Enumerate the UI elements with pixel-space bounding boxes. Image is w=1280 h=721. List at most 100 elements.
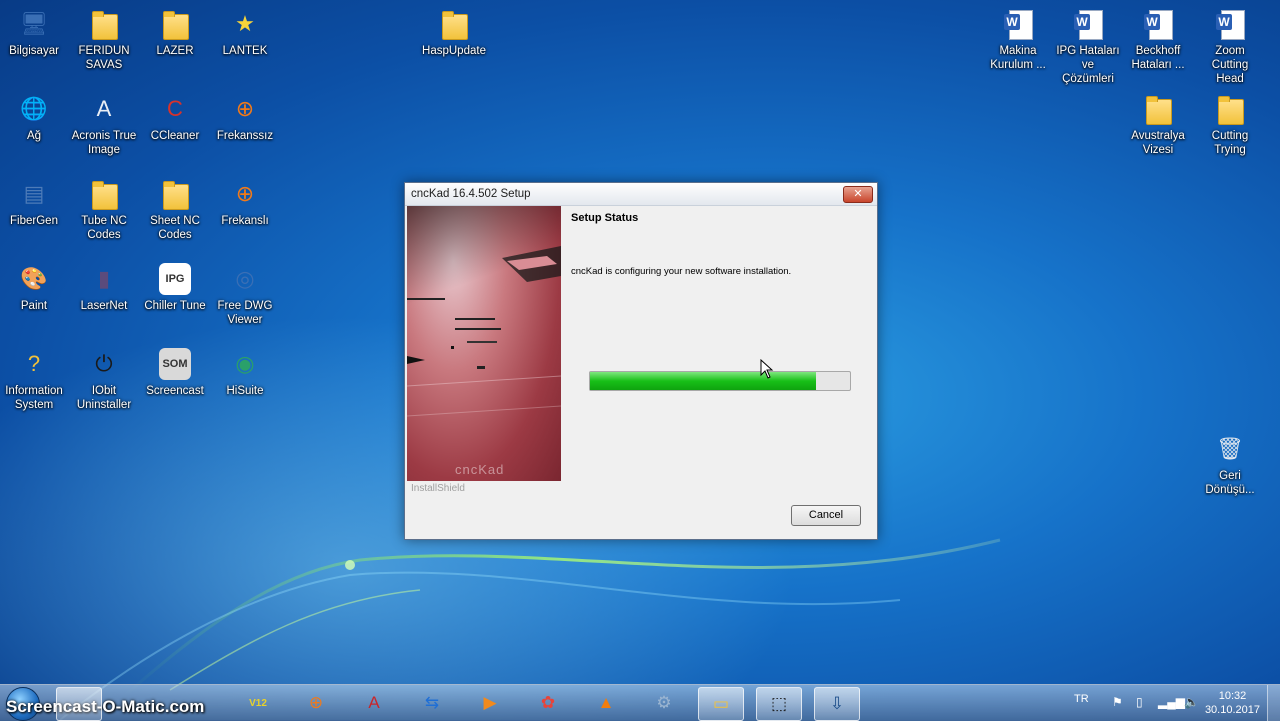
flag-icon[interactable]: ⚑ bbox=[1112, 695, 1123, 709]
language-indicator[interactable]: TR bbox=[1074, 693, 1089, 705]
desktop-icon-frekanslı[interactable]: ⊕ Frekanslı bbox=[212, 178, 278, 228]
desktop-icon-label: Acronis True Image bbox=[71, 130, 137, 156]
desktop-icon-label: HiSuite bbox=[226, 385, 264, 397]
settings-gear-icon[interactable]: ⚙ bbox=[642, 687, 686, 719]
desktop-icon-hisuite[interactable]: ◉ HiSuite bbox=[212, 348, 278, 398]
network-icon: 🌐 bbox=[20, 96, 48, 121]
screencast-watermark: Screencast-O-Matic.com bbox=[6, 697, 205, 716]
show-desktop-button[interactable] bbox=[1267, 685, 1280, 721]
desktop-icon-fibergen[interactable]: ▤ FiberGen bbox=[1, 178, 67, 228]
desktop-icon-beckhoff-hataları[interactable]: Beckhoff Hataları ... bbox=[1125, 8, 1191, 72]
snipping-icon[interactable]: ⬚ bbox=[756, 687, 802, 721]
desktop-icon-ağ[interactable]: 🌐 Ağ bbox=[1, 93, 67, 143]
desktop-icon-lazer[interactable]: LAZER bbox=[142, 8, 208, 58]
clock[interactable]: 10:32 30.10.2017 bbox=[1205, 689, 1260, 717]
lantek-v12-icon[interactable]: V12 bbox=[236, 687, 280, 719]
help-icon: ? bbox=[27, 351, 41, 376]
desktop-icon-paint[interactable]: 🎨 Paint bbox=[1, 263, 67, 313]
desktop-icon-label: FERIDUN SAVAS bbox=[78, 45, 130, 71]
acrobat-icon[interactable]: A bbox=[352, 687, 396, 719]
dwg-viewer-icon: ◎ bbox=[235, 266, 255, 291]
screencast-icon: SOM bbox=[159, 348, 191, 380]
desktop-icon-frekanssız[interactable]: ⊕ Frekanssız bbox=[212, 93, 278, 143]
desktop-icon-label: Screencast bbox=[146, 385, 204, 397]
clock-date: 30.10.2017 bbox=[1204, 704, 1260, 716]
frekans-icon: ⊕ bbox=[235, 96, 255, 121]
desktop-icon-avustralya-vizesi[interactable]: Avustralya Vizesi bbox=[1125, 93, 1191, 157]
desktop-icon-sheet-nc-codes[interactable]: Sheet NC Codes bbox=[142, 178, 208, 242]
installer-side-image: cncKad bbox=[407, 206, 561, 481]
desktop-icon-acronis-true-image[interactable]: A Acronis True Image bbox=[71, 93, 137, 157]
signal-icon[interactable]: ▂▄▆ bbox=[1158, 695, 1185, 709]
desktop-icon-label: Tube NC Codes bbox=[81, 215, 127, 241]
desktop-icon-label: Information System bbox=[5, 385, 63, 411]
desktop-icon-label: Makina Kurulum ... bbox=[990, 45, 1046, 71]
media-player-icon[interactable]: ▶ bbox=[468, 687, 512, 719]
desktop-icon-bilgisayar[interactable]: 🖥 Bilgisayar bbox=[1, 8, 67, 58]
folder-icon bbox=[88, 178, 120, 210]
desktop-icon-haspupdate[interactable]: HaspUpdate bbox=[421, 8, 487, 58]
frekans-icon: ⊕ bbox=[235, 181, 255, 206]
cancel-button[interactable]: Cancel bbox=[791, 505, 861, 526]
frekans-taskbar-icon[interactable]: ⊕ bbox=[294, 687, 338, 719]
desktop-icon-iobit-uninstaller[interactable]: ⏻ IObit Uninstaller bbox=[71, 348, 137, 412]
dialog-titlebar[interactable]: cncKad 16.4.502 Setup ✕ bbox=[405, 183, 877, 206]
vlc-icon[interactable]: ▲ bbox=[584, 687, 628, 719]
desktop-icon-label: Chiller Tune bbox=[144, 300, 206, 312]
desktop-icon-label: IObit Uninstaller bbox=[76, 385, 132, 411]
desktop-icon-label: Avustralya Vizesi bbox=[1131, 130, 1185, 156]
star-icon: ★ bbox=[235, 11, 255, 36]
desktop-icon-label: Cutting Trying bbox=[1211, 130, 1249, 156]
desktop-icon-cutting-trying[interactable]: Cutting Trying bbox=[1197, 93, 1263, 157]
desktop-icon-lantek[interactable]: ★ LANTEK bbox=[212, 8, 278, 58]
lasernet-icon: ▮ bbox=[97, 266, 111, 291]
computer-icon: 🖥 bbox=[20, 11, 48, 36]
desktop-icon-label: CCleaner bbox=[150, 130, 200, 142]
side-image-watermark: cncKad bbox=[455, 462, 505, 477]
desktop-icon-information-system[interactable]: ? Information System bbox=[1, 348, 67, 412]
acronis-icon: A bbox=[96, 96, 112, 121]
folder-icon bbox=[159, 8, 191, 40]
desktop-icon-label: Frekanssız bbox=[216, 130, 274, 142]
folder-icon bbox=[1142, 93, 1174, 125]
screenshot-tool-icon[interactable]: ✿ bbox=[526, 687, 570, 719]
folder-icon bbox=[1214, 93, 1246, 125]
volume-icon[interactable]: 🔈 bbox=[1184, 695, 1199, 709]
desktop-icon-label: Frekanslı bbox=[221, 215, 269, 227]
word-doc-icon bbox=[1002, 8, 1034, 40]
desktop-icon-chiller-tune[interactable]: IPG Chiller Tune bbox=[142, 263, 208, 313]
folder-icon bbox=[159, 178, 191, 210]
folder-icon bbox=[438, 8, 470, 40]
close-button[interactable]: ✕ bbox=[843, 186, 873, 203]
progress-bar bbox=[589, 371, 851, 391]
desktop-icon-label: FiberGen bbox=[10, 215, 58, 227]
desktop-icon-lasernet[interactable]: ▮ LaserNet bbox=[71, 263, 137, 313]
desktop-icon-tube-nc-codes[interactable]: Tube NC Codes bbox=[71, 178, 137, 242]
dialog-title: cncKad 16.4.502 Setup bbox=[411, 188, 531, 200]
desktop-icon-feridun-savas[interactable]: FERIDUN SAVAS bbox=[71, 8, 137, 72]
paint-icon: 🎨 bbox=[20, 266, 48, 291]
desktop-icon-zoom-cutting-head[interactable]: Zoom Cutting Head bbox=[1197, 8, 1263, 86]
ipg-icon: IPG bbox=[159, 263, 191, 295]
word-doc-icon bbox=[1072, 8, 1104, 40]
word-doc-icon bbox=[1142, 8, 1174, 40]
taskbar: Screencast-O-Matic.com V12 ⊕ A ⇆ ▶ ✿ ▲ ⚙ ▭ ⬚ ⇩ TR … bbox=[0, 684, 1280, 721]
file-explorer-icon[interactable]: ▭ bbox=[698, 687, 744, 721]
desktop-icon-ipg-hataları-ve-çözümleri[interactable]: IPG Hataları ve Çözümleri bbox=[1055, 8, 1121, 86]
iobit-icon: ⏻ bbox=[95, 351, 113, 376]
taskbar-app-pinned[interactable] bbox=[56, 687, 102, 721]
teamviewer-icon[interactable]: ⇆ bbox=[410, 687, 454, 719]
installshield-label: InstallShield bbox=[411, 483, 465, 494]
desktop-icon-ccleaner[interactable]: C CCleaner bbox=[142, 93, 208, 143]
desktop-icon-free-dwg-viewer[interactable]: ◎ Free DWG Viewer bbox=[212, 263, 278, 327]
hisuite-icon: ◉ bbox=[235, 351, 255, 376]
desktop-icon-geri-dönüşü[interactable]: 🗑 Geri Dönüşü... bbox=[1197, 433, 1263, 497]
fibergen-icon: ▤ bbox=[23, 181, 45, 206]
desktop-icon-screencast[interactable]: SOM Screencast bbox=[142, 348, 208, 398]
desktop-icon-makina-kurulum[interactable]: Makina Kurulum ... bbox=[985, 8, 1051, 72]
desktop-icon-label: Ağ bbox=[26, 130, 42, 142]
desktop-icon-label: Beckhoff Hataları ... bbox=[1131, 45, 1185, 71]
battery-icon[interactable]: ▯ bbox=[1136, 695, 1143, 709]
desktop-icon-label: Free DWG Viewer bbox=[217, 300, 273, 326]
installer-icon[interactable]: ⇩ bbox=[814, 687, 860, 721]
